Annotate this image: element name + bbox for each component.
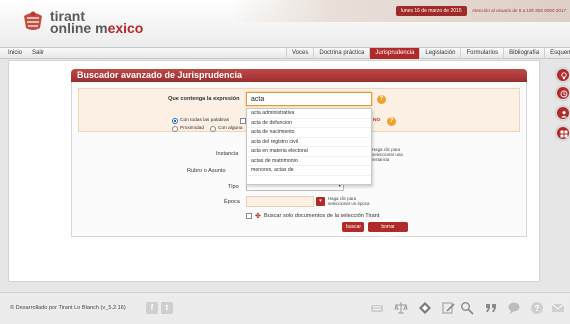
tab-voces[interactable]: Voces	[286, 48, 313, 59]
logo-line2-a: online m	[50, 20, 108, 36]
query-label: Que contenga la expresión	[168, 96, 240, 102]
nav-tabs: Voces Doctrina práctica Jurisprudencia L…	[286, 48, 570, 59]
date-badge: lunes 16 de marzo de 2015	[396, 6, 467, 16]
mail-icon[interactable]	[551, 301, 565, 315]
autocomplete-item[interactable]: menores, actas de	[247, 166, 371, 176]
edit-icon[interactable]	[442, 301, 456, 315]
keyboard-icon[interactable]	[370, 301, 384, 315]
apps-icon[interactable]	[556, 126, 570, 140]
tab-doctrina-practica[interactable]: Doctrina práctica	[313, 48, 369, 59]
autocomplete-item[interactable]: acta administrativa	[247, 109, 371, 119]
query-input[interactable]	[246, 92, 372, 106]
radio-some-words-label: Con alguna	[218, 126, 243, 131]
header: tirant online mexico lunes 16 de marzo d…	[0, 0, 570, 48]
autocomplete-item[interactable]: acta del registro civil	[247, 138, 371, 147]
logo-text: tirant online mexico	[50, 9, 144, 36]
tirant-only-label: Buscar solo documentos de la selección T…	[264, 213, 380, 219]
tab-bibliografia[interactable]: Bibliografía	[503, 48, 544, 59]
instancia-label: Instancia	[216, 151, 239, 157]
user-icon[interactable]	[556, 106, 570, 120]
epoca-label: Época	[224, 199, 240, 205]
nav-link-inicio[interactable]: Inicio	[8, 49, 22, 58]
tab-formularios[interactable]: Formularios	[460, 48, 503, 59]
autocomplete-dropdown: acta administrativa acta de defuncion ac…	[246, 108, 372, 185]
epoca-select-icon[interactable]: ▾	[316, 197, 325, 206]
tirant-only-checkbox[interactable]	[246, 213, 252, 219]
tipo-label: Tipo	[228, 184, 239, 190]
autocomplete-item[interactable]: actas de matrimonio	[247, 157, 371, 166]
chat-icon[interactable]	[507, 301, 521, 315]
query-help-icon[interactable]: ?	[377, 95, 386, 104]
clear-fields-button[interactable]: borrar campos	[368, 222, 408, 240]
epoca-hint: Haga clic para seleccionar un época	[328, 196, 370, 206]
logo-line2-b: exico	[107, 20, 144, 36]
search-icon[interactable]	[460, 301, 474, 315]
lightbulb-icon[interactable]	[556, 68, 570, 82]
twitter-icon[interactable]: t	[161, 302, 173, 314]
panel-title: Buscador avanzado de Jurisprudencia	[71, 69, 527, 82]
tab-jurisprudencia[interactable]: Jurisprudencia	[369, 48, 420, 59]
epoca-input[interactable]	[246, 196, 314, 207]
clock-icon[interactable]	[556, 86, 570, 100]
nav-link-salir[interactable]: Salir	[32, 49, 44, 58]
diamond-icon[interactable]	[418, 301, 432, 315]
rubro-label: Rubro o Asunto	[187, 168, 226, 174]
autocomplete-item[interactable]: acta en materia electoral	[247, 147, 371, 157]
scales-icon[interactable]	[394, 301, 408, 315]
logo-line2: online mexico	[50, 20, 144, 36]
instancia-hint: Haga clic para seleccionar una instancia	[372, 147, 403, 162]
nav-left: Inicio Salir	[8, 49, 44, 58]
autocomplete-item[interactable]: acta de nacimiento	[247, 128, 371, 138]
tirant-logo-icon: ✤	[255, 213, 261, 220]
logo-emblem	[20, 8, 46, 34]
radio-some-words[interactable]	[210, 126, 216, 132]
radio-proximity[interactable]	[172, 126, 178, 132]
footer: © Desarrollado por Tirant Lo Blanch (v_5…	[0, 292, 570, 324]
facebook-icon[interactable]: f	[146, 302, 158, 314]
help-icon[interactable]: ?	[530, 301, 544, 315]
nav-bar: Inicio Salir Voces Doctrina práctica Jur…	[0, 48, 570, 59]
tab-esquemas[interactable]: Esquemas	[544, 48, 570, 59]
svg-text:?: ?	[535, 304, 540, 313]
radio-proximity-label: Proximidad	[180, 126, 204, 131]
tab-legislacion[interactable]: Legislación	[419, 48, 460, 59]
search-button[interactable]: buscar	[342, 222, 364, 232]
quote-icon[interactable]	[484, 301, 498, 315]
option-no-label: NO	[373, 118, 381, 123]
radio-all-words[interactable]	[172, 118, 178, 124]
radio-all-words-label: Con todas las palabras	[180, 118, 230, 123]
options-help-icon[interactable]: ?	[387, 117, 396, 126]
autocomplete-item[interactable]: acta de defuncion	[247, 119, 371, 128]
footer-credit: © Desarrollado por Tirant Lo Blanch (v_5…	[10, 305, 126, 311]
contact-info: Atención al usuario de 8 a 18h 800 6000 …	[472, 8, 566, 13]
